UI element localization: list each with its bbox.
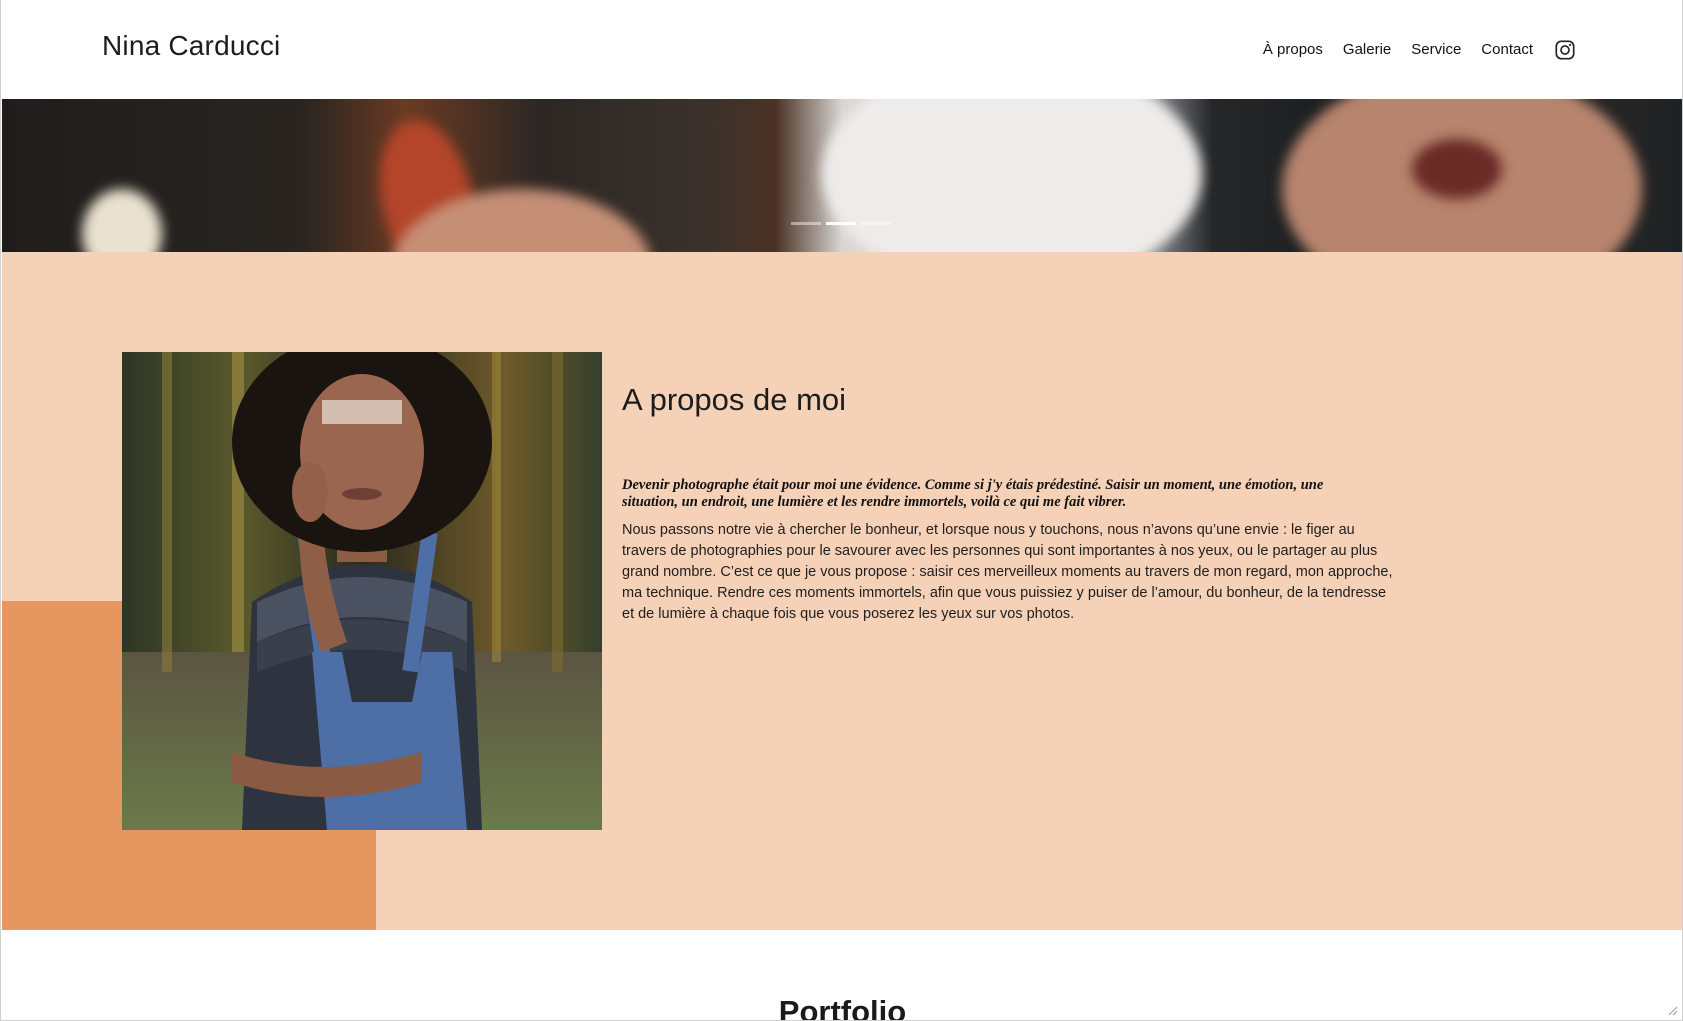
carousel-image-shape: [82, 189, 162, 252]
carousel-indicator-1[interactable]: [791, 222, 821, 225]
portfolio-title: Portfolio: [778, 994, 907, 1021]
hero-carousel[interactable]: [2, 99, 1682, 252]
nav-link-contact[interactable]: Contact: [1481, 41, 1533, 58]
about-body-text: Nous passons notre vie à chercher le bon…: [622, 522, 1393, 622]
site-header: Nina Carducci À propos Galerie Service C…: [1, 0, 1682, 99]
about-section: A propos de moi Devenir photographe étai…: [2, 252, 1682, 930]
nav-link-service[interactable]: Service: [1411, 41, 1461, 58]
nav-link-a-propos[interactable]: À propos: [1263, 41, 1323, 58]
carousel-image-shape: [822, 99, 1202, 252]
carousel-indicator-3[interactable]: [861, 222, 891, 225]
portrait-illustration: [122, 352, 602, 830]
resize-grip-icon[interactable]: [1666, 1004, 1678, 1016]
portrait-photo: [122, 352, 602, 830]
carousel-image-shape: [1412, 139, 1502, 199]
page: Nina Carducci À propos Galerie Service C…: [0, 0, 1683, 1021]
instagram-icon[interactable]: [1554, 39, 1576, 61]
about-title: A propos de moi: [622, 382, 847, 417]
carousel-indicators: [791, 222, 891, 225]
main-nav: À propos Galerie Service Contact: [1263, 38, 1576, 60]
carousel-indicator-2[interactable]: [826, 222, 856, 225]
brand-name[interactable]: Nina Carducci: [102, 30, 280, 62]
nav-link-galerie[interactable]: Galerie: [1343, 41, 1391, 58]
about-lead-quote: Devenir photographe était pour moi une é…: [622, 477, 1324, 510]
